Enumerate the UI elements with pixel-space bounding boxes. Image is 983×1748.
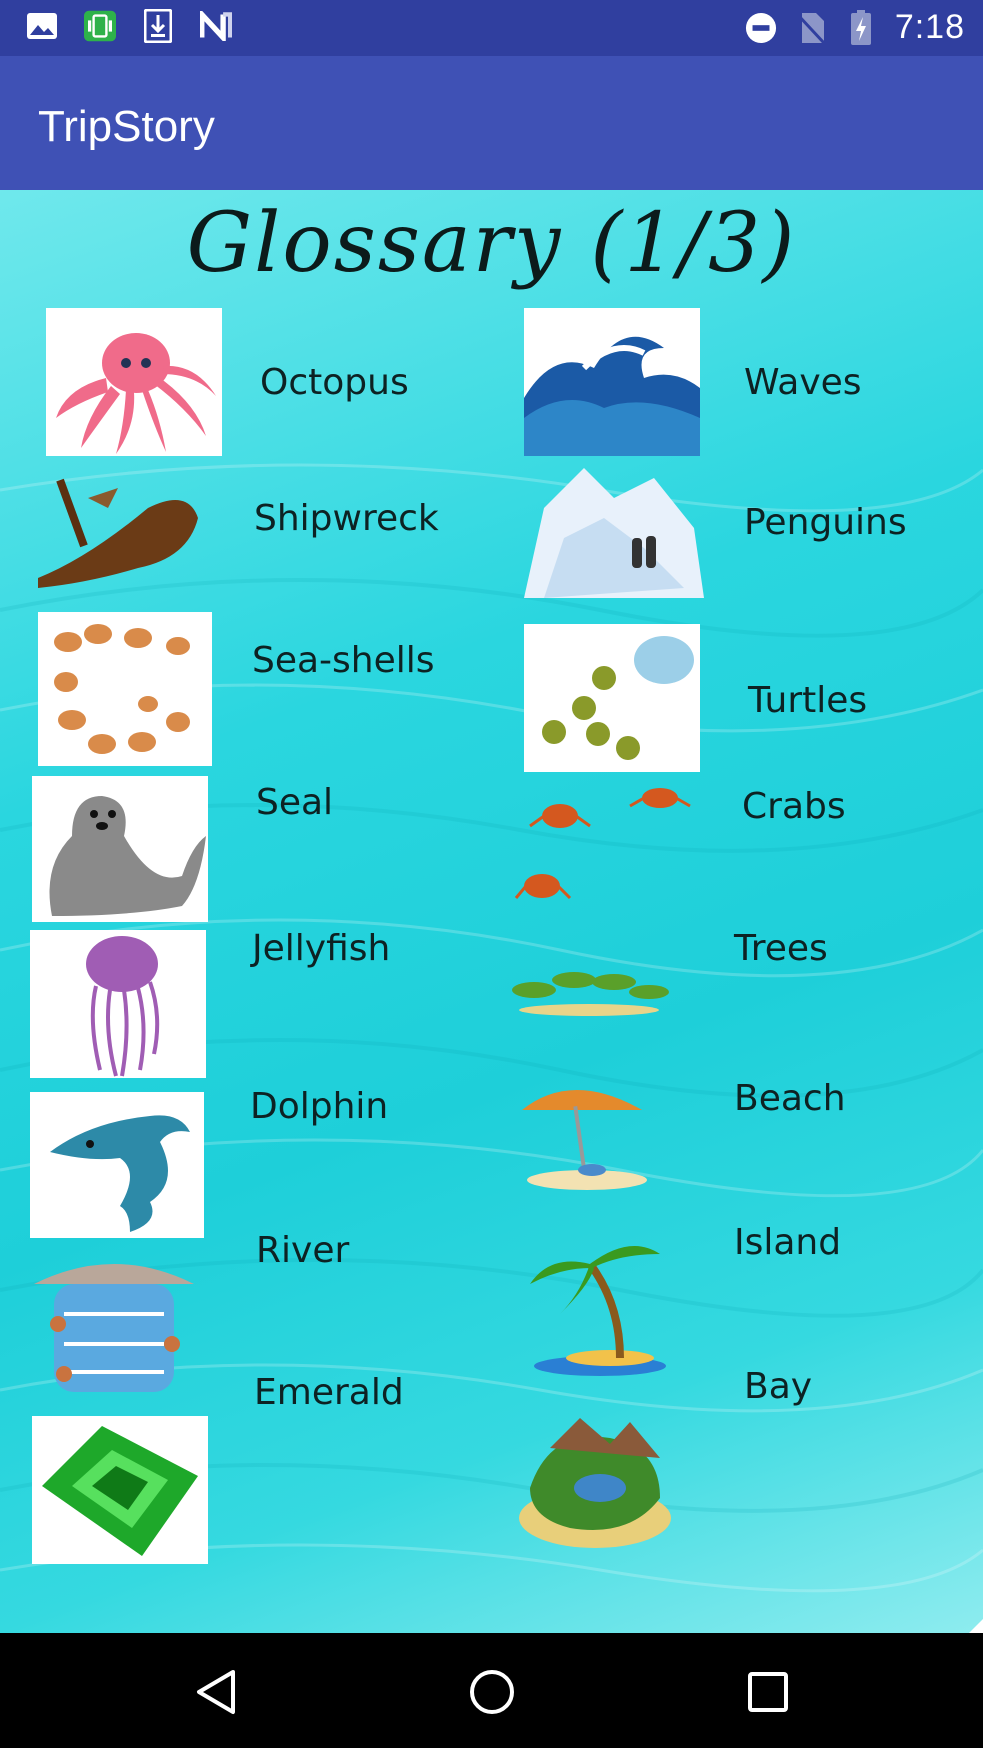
clock: 7:18 xyxy=(894,8,965,46)
download-icon xyxy=(142,9,174,43)
octopus-icon xyxy=(46,308,222,456)
item-label: Sea-shells xyxy=(252,640,435,681)
item-label: Trees xyxy=(734,928,828,969)
glossary-title: Glossary (1/3) xyxy=(186,196,797,291)
n-logo-icon xyxy=(200,10,232,42)
image-icon xyxy=(26,10,58,42)
item-label: River xyxy=(256,1230,350,1271)
do-not-disturb-icon xyxy=(745,12,777,44)
item-label: Beach xyxy=(734,1078,846,1119)
status-bar: 7:18 xyxy=(0,0,983,56)
penguins-icon xyxy=(524,468,704,608)
bay-icon xyxy=(510,1408,680,1552)
beach-icon xyxy=(512,1080,662,1192)
no-sim-icon xyxy=(795,12,827,44)
item-label: Turtles xyxy=(748,680,868,721)
screenshot-icon xyxy=(84,10,116,42)
waves-icon xyxy=(524,308,700,456)
seal-icon xyxy=(32,776,208,922)
item-label: Island xyxy=(734,1222,842,1263)
crabs-icon xyxy=(510,786,700,920)
shipwreck-icon xyxy=(28,468,204,598)
app-title: TripStory xyxy=(38,102,215,151)
item-label: Seal xyxy=(256,782,334,823)
back-button[interactable] xyxy=(180,1657,250,1727)
battery-charging-icon xyxy=(845,9,877,45)
home-icon xyxy=(470,1670,514,1714)
dolphin-icon xyxy=(30,1092,204,1238)
recents-icon xyxy=(748,1672,788,1712)
back-icon xyxy=(197,1670,235,1714)
home-button[interactable] xyxy=(457,1657,527,1727)
item-label: Penguins xyxy=(744,502,907,543)
item-label: Shipwreck xyxy=(254,498,439,539)
recents-button[interactable] xyxy=(733,1657,803,1727)
item-label: Waves xyxy=(744,362,862,403)
jellyfish-icon xyxy=(30,930,206,1078)
item-label: Dolphin xyxy=(250,1086,389,1127)
item-label: Emerald xyxy=(254,1372,404,1413)
glossary-image: Glossary (1/3) Octopus Waves Shipwreck P… xyxy=(0,190,983,1633)
emerald-icon xyxy=(32,1416,208,1564)
sea-shells-icon xyxy=(38,612,212,766)
island-icon xyxy=(520,1234,680,1380)
turtles-icon xyxy=(524,624,700,772)
item-label: Jellyfish xyxy=(252,928,391,969)
trees-icon xyxy=(504,960,674,1020)
app-bar: TripStory xyxy=(0,56,983,190)
item-label: Crabs xyxy=(742,786,846,827)
river-icon xyxy=(24,1254,202,1398)
item-label: Octopus xyxy=(260,362,409,403)
navigation-bar xyxy=(0,1633,983,1748)
item-label: Bay xyxy=(744,1366,813,1407)
